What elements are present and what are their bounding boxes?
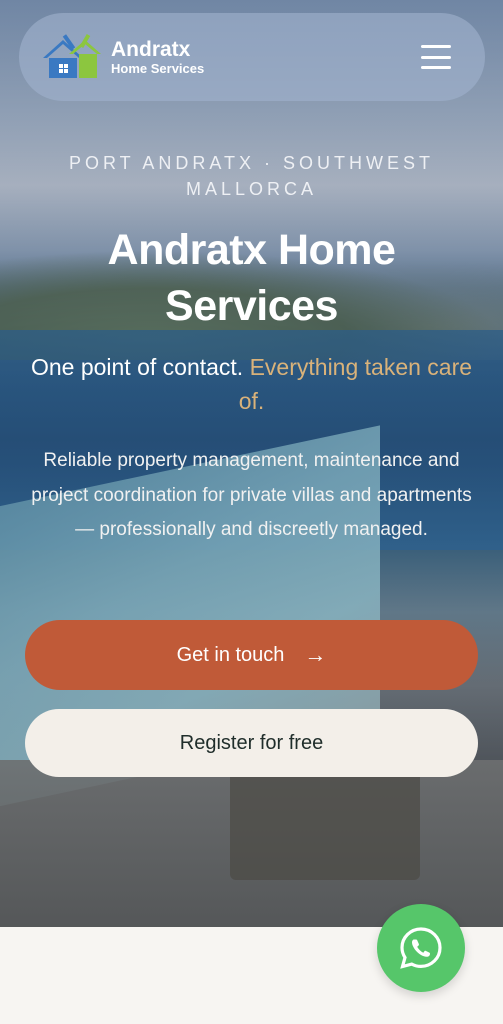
whatsapp-button[interactable] [377,904,465,992]
tagline-plain: One point of contact. [30,354,250,380]
menu-line [421,45,451,48]
hero-tagline: One point of contact. Everything taken c… [20,350,483,418]
menu-line [421,55,451,59]
get-in-touch-button[interactable]: Get in touch → [25,620,478,690]
menu-line [421,66,451,69]
brand-link[interactable]: Andratx Home Services [39,32,204,82]
hero-eyebrow: PORT ANDRATX · SOUTHWEST MALLORCA [68,153,435,199]
navbar: Andratx Home Services [19,13,485,101]
register-button[interactable]: Register for free [25,709,478,777]
arrow-right-icon: → [304,642,327,667]
hamburger-menu-icon[interactable] [421,45,451,69]
house-tools-logo-icon [43,33,101,78]
background-furniture [230,770,420,880]
tagline-accent: Everything taken care of. [238,354,473,414]
hero-description: Reliable property management, maintenanc… [31,450,472,540]
register-label: Register for free [179,731,324,754]
brand-name: Andratx [111,37,191,61]
hero-title: Andratx Home Services [107,226,396,330]
whatsapp-icon [400,927,442,969]
brand-subtitle: Home Services [111,60,205,76]
get-in-touch-label: Get in touch [176,643,285,666]
